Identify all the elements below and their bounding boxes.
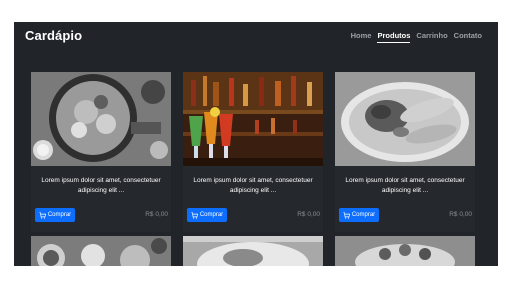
cocktails-image [183, 72, 323, 166]
food-tray-image [335, 236, 475, 266]
product-card [335, 236, 475, 266]
buy-button[interactable]: Comprar [187, 208, 227, 222]
cart-icon [39, 211, 46, 219]
app-frame: Cardápio Home Produtos Carrinho Contato [14, 22, 498, 266]
product-price: R$ 0,00 [449, 211, 472, 218]
buy-button-label: Comprar [199, 212, 224, 218]
product-description: Lorem ipsum dolor sit amet, consectetuer… [193, 177, 313, 194]
product-description: Lorem ipsum dolor sit amet, consectetuer… [345, 177, 465, 194]
food-dish-image [183, 236, 323, 266]
nav-contato[interactable]: Contato [454, 31, 482, 43]
salad-plate-image [335, 72, 475, 166]
buy-button[interactable]: Comprar [339, 208, 379, 222]
brand-title[interactable]: Cardápio [25, 28, 82, 43]
nav-carrinho[interactable]: Carrinho [416, 31, 447, 43]
nav-home[interactable]: Home [351, 31, 372, 43]
buy-button-label: Comprar [351, 212, 376, 218]
product-price: R$ 0,00 [145, 211, 168, 218]
food-bowls-image [31, 236, 171, 266]
product-price: R$ 0,00 [297, 211, 320, 218]
nav-produtos[interactable]: Produtos [377, 31, 411, 43]
cart-icon [191, 211, 198, 219]
food-platter-image [31, 72, 171, 166]
product-card [31, 236, 171, 266]
product-card: Lorem ipsum dolor sit amet, consectetuer… [335, 72, 475, 232]
buy-button[interactable]: Comprar [35, 208, 75, 222]
product-card [183, 236, 323, 266]
main-nav: Home Produtos Carrinho Contato [351, 31, 482, 43]
cart-icon [343, 211, 350, 219]
product-card: Lorem ipsum dolor sit amet, consectetuer… [183, 72, 323, 232]
product-description: Lorem ipsum dolor sit amet, consectetuer… [41, 177, 161, 194]
buy-button-label: Comprar [47, 212, 72, 218]
product-card: Lorem ipsum dolor sit amet, consectetuer… [31, 72, 171, 232]
